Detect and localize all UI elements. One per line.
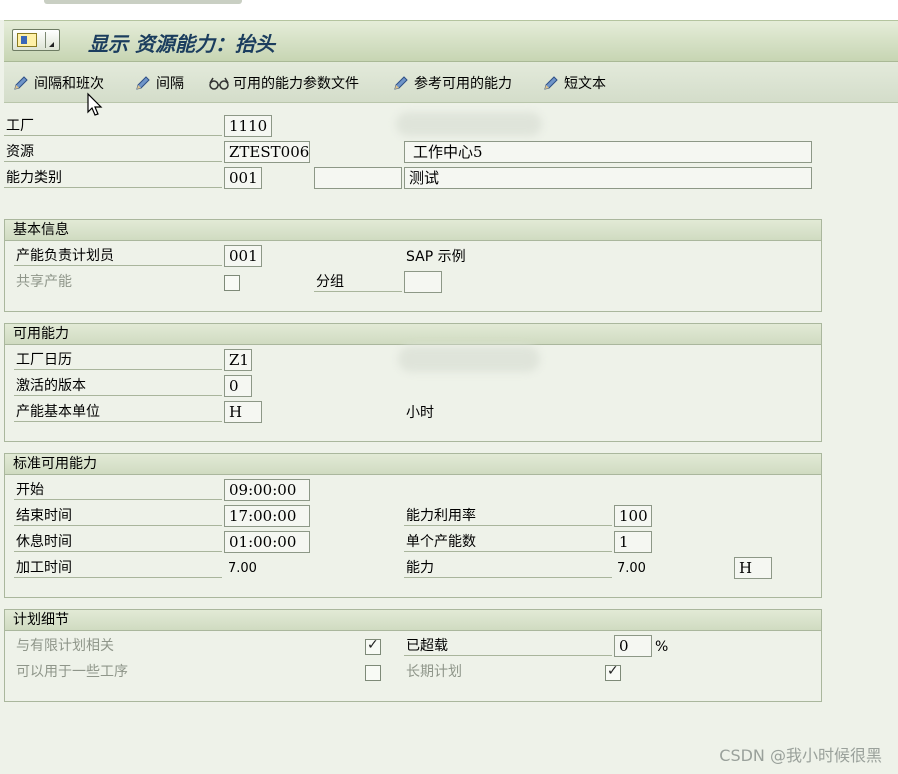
base-unit-field[interactable]: H <box>224 401 262 423</box>
toolbar-button-reference-capacity[interactable]: 参考可用的能力 <box>392 72 512 94</box>
group-title: 计划细节 <box>5 610 821 631</box>
toolbar-button-capacity-profile[interactable]: 可用的能力参数文件 <box>208 72 359 94</box>
base-unit-label: 产能基本单位 <box>14 402 222 422</box>
group-title: 可用能力 <box>5 324 821 345</box>
grouping-label: 分组 <box>314 272 402 292</box>
capacity-unit-field[interactable]: H <box>734 557 772 579</box>
individual-capacities-field[interactable]: 1 <box>614 531 652 553</box>
redacted-area <box>398 346 540 372</box>
group-title: 标准可用能力 <box>5 454 821 475</box>
watermark: CSDN @我小时候很黑 <box>719 746 882 765</box>
utilization-field[interactable]: 100 <box>614 505 652 527</box>
resource-description-field[interactable]: 工作中心5 <box>404 141 812 163</box>
toolbar-label: 可用的能力参数文件 <box>233 76 359 92</box>
dropdown-arrow-icon <box>49 42 54 47</box>
end-time-field[interactable]: 17:00:00 <box>224 505 310 527</box>
pencil-icon <box>544 76 558 90</box>
shared-capacity-checkbox[interactable] <box>224 275 240 291</box>
overload-field[interactable]: 0 <box>614 635 652 657</box>
pencil-icon <box>394 76 408 90</box>
active-version-label: 激活的版本 <box>14 376 222 396</box>
toolbar-label: 间隔 <box>156 76 184 92</box>
capacity-planner-field[interactable]: 001 <box>224 245 262 267</box>
capacity-label: 能力 <box>404 558 612 578</box>
toolbar-label: 短文本 <box>564 76 606 92</box>
finite-scheduling-checkbox[interactable] <box>365 637 381 655</box>
individual-capacities-label: 单个产能数 <box>404 532 612 552</box>
page-title: 显示 资源能力：抬头 <box>88 32 275 56</box>
toolbar-label: 参考可用的能力 <box>414 76 512 92</box>
glasses-icon <box>209 77 229 90</box>
active-version-field[interactable]: 0 <box>224 375 252 397</box>
group-title: 基本信息 <box>5 220 821 241</box>
break-time-field[interactable]: 01:00:00 <box>224 531 310 553</box>
separator <box>45 32 46 48</box>
break-time-label: 休息时间 <box>14 532 222 552</box>
toolbar-button-short-text[interactable]: 短文本 <box>542 72 606 94</box>
capacity-category-field[interactable]: 001 <box>224 167 262 189</box>
base-unit-description: 小时 <box>406 405 434 421</box>
finite-scheduling-label: 与有限计划相关 <box>16 638 114 654</box>
screen-icon <box>17 33 37 47</box>
start-time-label: 开始 <box>14 480 222 500</box>
pencil-icon <box>14 76 28 90</box>
toolbar-button-intervals-shifts[interactable]: 间隔和班次 <box>12 72 104 94</box>
overload-label: 已超载 <box>404 636 612 656</box>
multiple-operations-label: 可以用于一些工序 <box>16 664 128 680</box>
capacity-planner-description: SAP 示例 <box>406 249 466 265</box>
redacted-area <box>396 112 542 136</box>
processing-time-label: 加工时间 <box>14 558 222 578</box>
capacity-category-extra-field[interactable] <box>314 167 402 189</box>
pencil-icon <box>136 76 150 90</box>
long-term-planning-checkbox[interactable] <box>605 663 621 681</box>
plant-label: 工厂 <box>4 116 222 136</box>
long-term-planning-label: 长期计划 <box>406 664 462 680</box>
capacity-planner-label: 产能负责计划员 <box>14 246 222 266</box>
title-bar: 显示 资源能力：抬头 <box>4 20 898 62</box>
grouping-field[interactable] <box>404 271 442 293</box>
factory-calendar-label: 工厂日历 <box>14 350 222 370</box>
top-strip <box>0 0 898 20</box>
multiple-operations-checkbox[interactable] <box>365 665 381 681</box>
factory-calendar-field[interactable]: Z1 <box>224 349 252 371</box>
start-time-field[interactable]: 09:00:00 <box>224 479 310 501</box>
utilization-label: 能力利用率 <box>404 506 612 526</box>
end-time-label: 结束时间 <box>14 506 222 526</box>
toolbar-label: 间隔和班次 <box>34 76 104 92</box>
toolbar-button-intervals[interactable]: 间隔 <box>134 72 184 94</box>
overload-unit: % <box>655 639 669 655</box>
capacity-category-label: 能力类别 <box>4 168 222 188</box>
system-menu-button[interactable] <box>12 29 60 51</box>
processing-time-value: 7.00 <box>228 561 257 576</box>
shared-capacity-label: 共享产能 <box>16 274 72 290</box>
application-toolbar: 间隔和班次 间隔 可用的能力参数文件 参考可用的能力 短文本 <box>4 62 898 103</box>
window-tab[interactable] <box>44 0 242 4</box>
capacity-value: 7.00 <box>617 561 646 576</box>
resource-field[interactable]: ZTEST006 <box>224 141 310 163</box>
resource-label: 资源 <box>4 142 222 162</box>
plant-field[interactable]: 1110 <box>224 115 272 137</box>
capacity-category-description-field[interactable]: 测试 <box>404 167 812 189</box>
